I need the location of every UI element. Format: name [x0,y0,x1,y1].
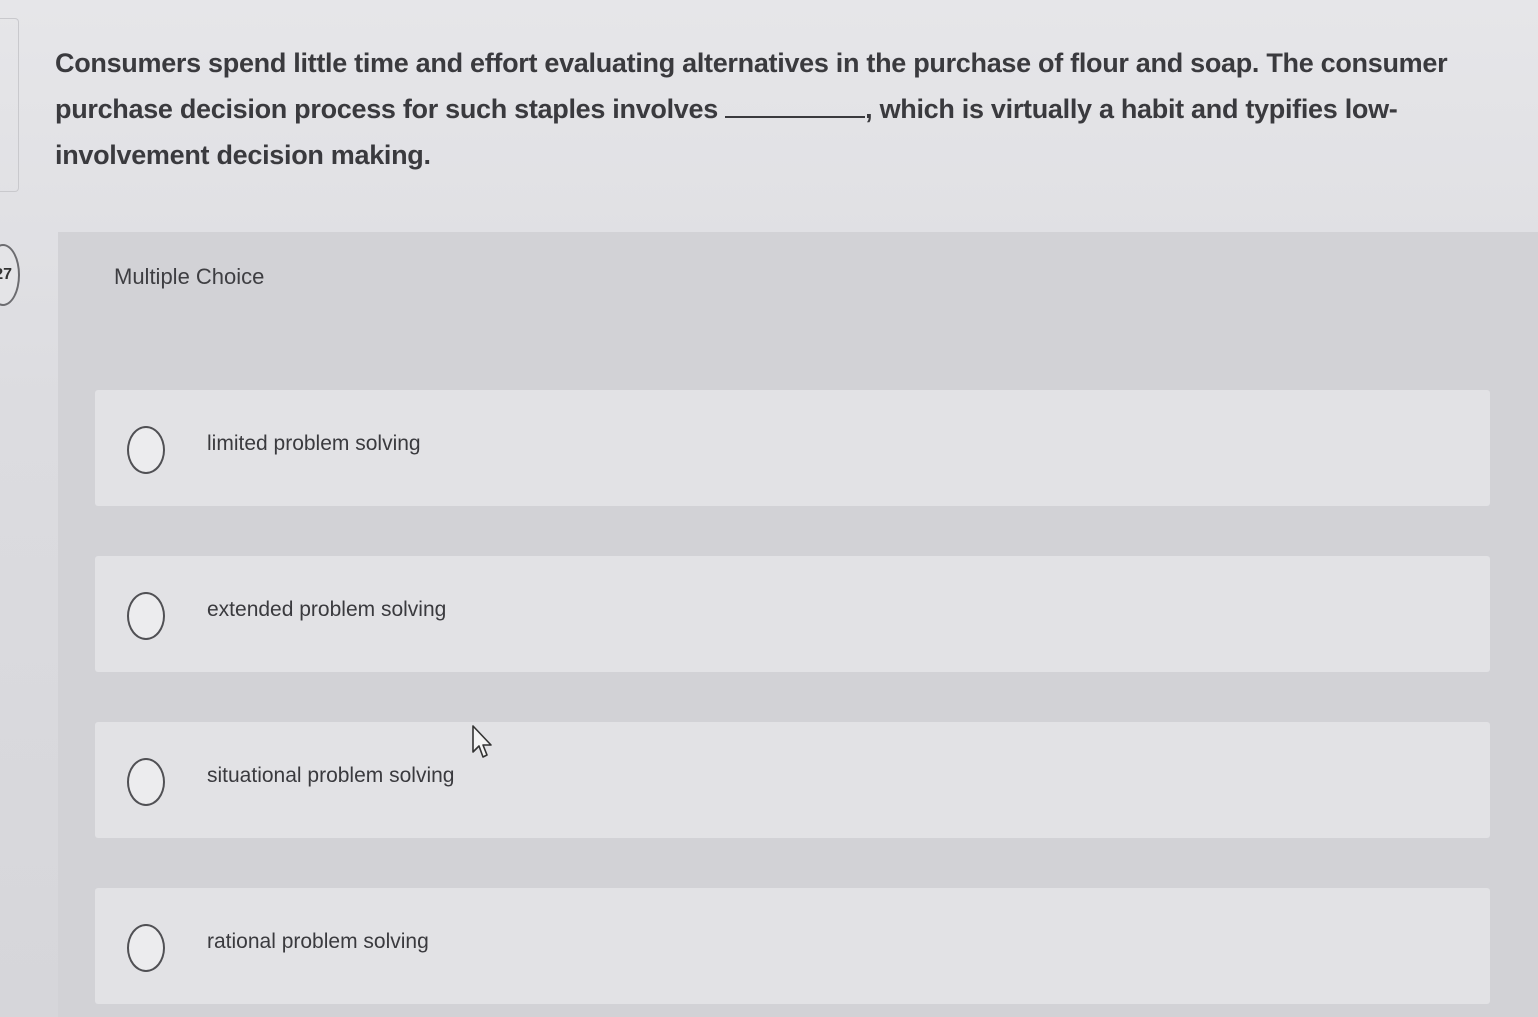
radio-circle-icon[interactable] [127,426,165,474]
multiple-choice-label: Multiple Choice [114,264,265,289]
option-label: extended problem solving [207,598,447,621]
answer-blank [725,92,866,118]
option-label: situational problem solving [207,764,455,787]
radio-circle-icon[interactable] [127,924,165,972]
question-text: Consumers spend little time and effort e… [55,40,1525,178]
option-label: rational problem solving [207,930,429,953]
mouse-pointer-icon [472,725,492,758]
radio-circle-icon[interactable] [127,592,165,640]
option-rational-problem-solving[interactable]: rational problem solving [95,888,1490,1004]
radio-circle-icon[interactable] [127,758,165,806]
left-panel-edge [0,18,19,192]
page: 27 Consumers spend little time and effor… [0,0,1538,1017]
option-label: limited problem solving [207,432,421,455]
option-situational-problem-solving[interactable]: situational problem solving [95,722,1490,838]
question-number-badge[interactable]: 27 [0,244,20,306]
option-extended-problem-solving[interactable]: extended problem solving [95,556,1490,672]
option-limited-problem-solving[interactable]: limited problem solving [95,390,1490,506]
question-number: 27 [0,266,12,283]
